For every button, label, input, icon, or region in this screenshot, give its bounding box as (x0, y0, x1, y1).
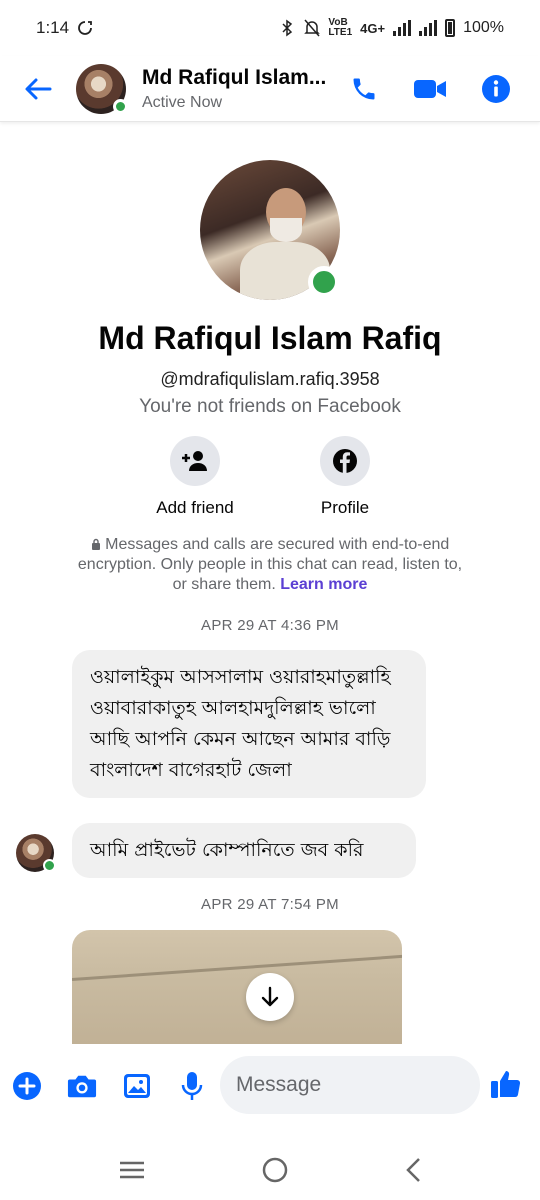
arrow-down-icon (261, 986, 279, 1007)
header-avatar[interactable] (76, 63, 128, 114)
camera-icon (67, 1075, 97, 1098)
signal-icon-2 (419, 20, 438, 36)
lock-icon (91, 538, 100, 550)
person-add-icon (182, 451, 207, 471)
add-friend-circle (170, 436, 220, 486)
message-timestamp: APR 29 AT 7:54 PM (201, 896, 339, 913)
chat-header: Md Rafiqul Islam... Active Now (0, 56, 540, 122)
gallery-button[interactable] (122, 1071, 152, 1101)
profile-intro: Md Rafiqul Islam Rafiq @mdrafiqulislam.r… (0, 160, 540, 518)
network-label: 4G+ (360, 20, 386, 36)
sync-icon (78, 21, 92, 35)
profile-circle (320, 436, 370, 486)
like-button[interactable] (490, 1068, 524, 1102)
call-button[interactable] (346, 71, 382, 107)
add-friend-button[interactable]: Add friend (140, 436, 250, 518)
voice-button[interactable] (177, 1071, 207, 1101)
contact-name: Md Rafiqul Islam... (142, 65, 327, 89)
recent-apps-icon[interactable] (119, 1160, 145, 1180)
back-button[interactable] (0, 56, 76, 122)
header-title[interactable]: Md Rafiqul Islam... Active Now (142, 66, 346, 112)
battery-icon (445, 19, 456, 37)
status-bar: 1:14 VoB LTE1 4G+ 100% (0, 0, 540, 56)
info-button[interactable] (478, 71, 514, 107)
bluetooth-vibrate-icon (282, 19, 293, 37)
add-friend-label: Add friend (156, 498, 234, 517)
facebook-icon (333, 449, 357, 473)
message-composer (0, 1044, 540, 1128)
camera-button[interactable] (67, 1071, 97, 1101)
message-bubble[interactable]: ওয়ালাইকুম আসসালাম ওয়ারাহমাতুল্লাহি ওয়… (72, 650, 426, 798)
encryption-notice: Messages and calls are secured with end-… (70, 535, 470, 595)
learn-more-link[interactable]: Learn more (280, 576, 367, 593)
profile-name: Md Rafiqul Islam Rafiq (98, 320, 442, 356)
view-profile-button[interactable]: Profile (290, 436, 400, 518)
arrow-left-icon (25, 78, 52, 99)
home-icon[interactable] (262, 1157, 288, 1183)
mute-icon (304, 19, 321, 37)
plus-icon (13, 1072, 41, 1100)
status-time: 1:14 (36, 18, 70, 37)
message-input-box[interactable] (220, 1056, 507, 1114)
profile-label: Profile (320, 498, 370, 517)
more-actions-button[interactable] (12, 1071, 42, 1101)
active-status: Active Now (142, 93, 223, 111)
friendship-note: You're not friends on Facebook (139, 396, 401, 417)
video-call-button[interactable] (412, 71, 448, 107)
profile-avatar[interactable] (200, 160, 340, 300)
message-bubble[interactable]: আমি প্রাইভেট কোম্পানিতে জব করি (72, 823, 416, 878)
online-indicator (308, 266, 340, 298)
encryption-text: Messages and calls are secured with end-… (77, 536, 463, 593)
info-icon (482, 74, 510, 103)
scroll-down-button[interactable] (246, 973, 294, 1021)
image-message[interactable] (72, 930, 402, 1044)
microphone-icon (181, 1072, 203, 1100)
message-input[interactable] (236, 1073, 507, 1097)
back-nav-icon[interactable] (405, 1157, 421, 1183)
online-indicator (113, 98, 128, 114)
sender-avatar[interactable] (16, 834, 56, 872)
signal-icon (393, 20, 412, 36)
image-icon (124, 1074, 150, 1098)
battery-level: 100% (463, 19, 504, 36)
profile-handle: @mdrafiqulislam.rafiq.3958 (160, 369, 380, 389)
phone-icon (353, 78, 375, 99)
video-camera-icon (414, 79, 446, 98)
thumbs-up-icon (491, 1071, 521, 1098)
message-timestamp: APR 29 AT 4:36 PM (201, 617, 339, 634)
online-indicator (43, 859, 56, 872)
network-type-bottom: LTE1 (328, 27, 353, 38)
system-navigation-bar (0, 1140, 540, 1200)
